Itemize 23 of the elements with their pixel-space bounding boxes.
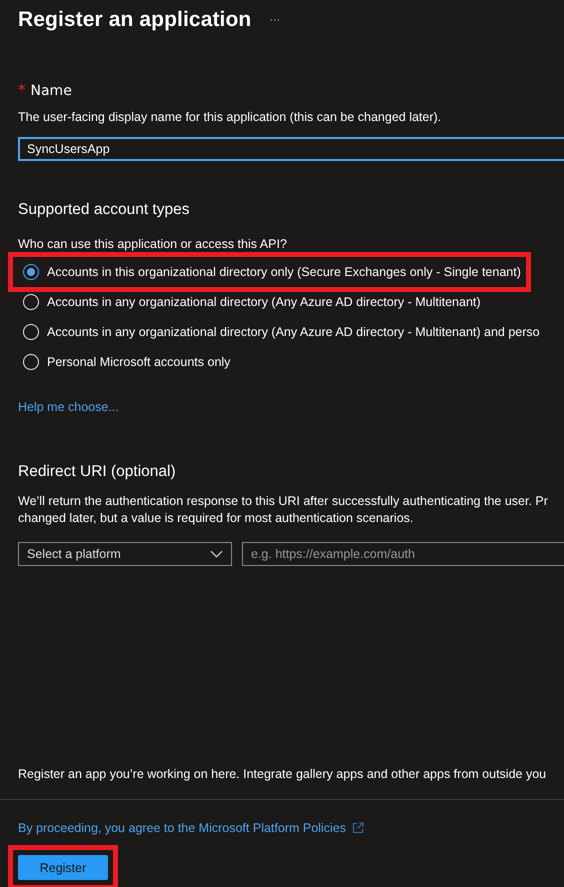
more-button[interactable]: ··· [269,14,280,26]
field-label: Name [30,83,72,99]
required-mark: * [18,81,26,99]
page-title: Register an application [18,8,252,32]
radio-button[interactable] [23,264,39,280]
section-heading: Supported account types [18,201,190,219]
footer-note: Register an app you’re working on here. Integrate gallery apps and other apps from outside you [18,767,548,781]
uri-input[interactable]: e.g. https://example.com/auth [242,542,564,566]
radio-label: Accounts in any organizational directory (Any Azure AD directory - Multitenant) and perso [47,324,540,338]
help-link[interactable]: Help me choose... [18,400,119,414]
platform-dropdown[interactable]: Select a platform [18,542,232,566]
register-button[interactable]: Register [18,855,108,880]
chevron-down-icon [210,550,223,558]
external-link-icon [352,822,364,834]
policy-link[interactable]: By proceeding, you agree to the Microsoft Platform Policies [18,821,346,835]
redirect-description: We’ll return the authentication response to this URI after successfully authenticating the user. Pr changed later, but a value is required for most authentication scenarios. [18,493,549,527]
section-heading: Redirect URI (optional) [18,463,177,481]
field-description: The user-facing display name for this application (this can be changed later). [18,110,442,124]
name-input[interactable]: SyncUsersApp [18,137,564,161]
radio-label: Personal Microsoft accounts only [47,354,230,368]
radio-label: Accounts in this organizational directory only (Secure Exchanges only - Single tenant) [47,265,521,279]
question-text: Who can use this application or access this API? [18,237,288,251]
radio-label: Accounts in any organizational directory (Any Azure AD directory - Multitenant) [47,294,481,308]
